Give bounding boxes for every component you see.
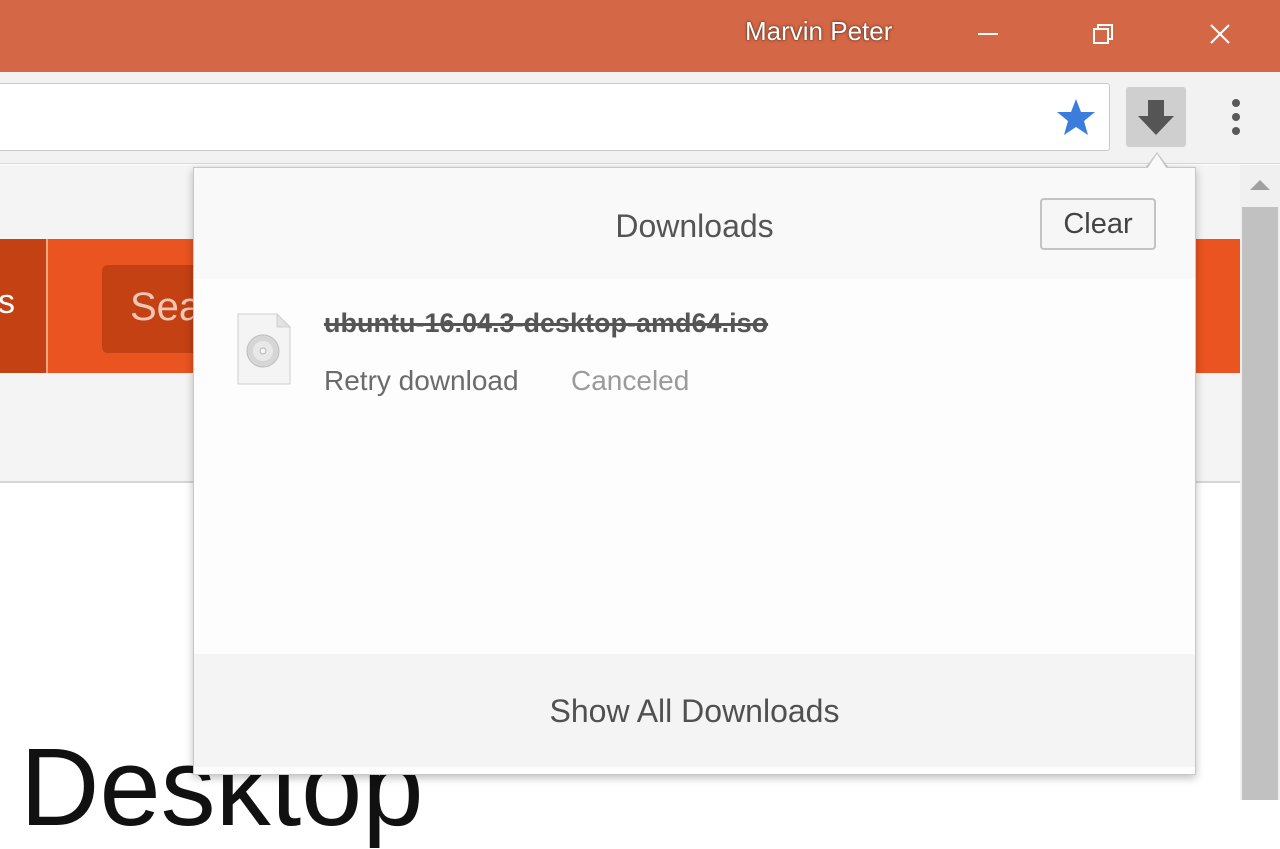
minimize-icon[interactable] — [963, 10, 1013, 58]
popup-pointer-fill — [1147, 154, 1167, 169]
kebab-menu-icon[interactable] — [1216, 92, 1256, 142]
clear-button[interactable]: Clear — [1040, 198, 1156, 250]
restore-icon[interactable] — [1078, 10, 1128, 58]
show-all-downloads-button[interactable]: Show All Downloads — [194, 693, 1195, 730]
downloads-popup-header: Downloads Clear — [194, 168, 1195, 279]
page-search-label: Sea — [130, 285, 202, 329]
download-status: Canceled — [571, 365, 690, 396]
profile-name[interactable]: Marvin Peter — [745, 16, 892, 47]
star-icon[interactable] — [1055, 96, 1097, 138]
downloads-popup: Downloads Clear ubuntu-16.04.3-desktop-a… — [193, 167, 1196, 775]
close-icon[interactable] — [1195, 10, 1245, 58]
download-arrow-icon[interactable] — [1126, 87, 1186, 147]
disc-file-icon — [237, 312, 292, 385]
download-file-name[interactable]: ubuntu-16.04.3-desktop-amd64.iso — [324, 308, 768, 339]
scrollbar-thumb[interactable] — [1242, 207, 1278, 800]
page-nav-tab-label: s — [0, 283, 15, 321]
retry-download-link[interactable]: Retry download — [324, 365, 519, 397]
scroll-up-arrow-icon[interactable] — [1250, 180, 1270, 190]
address-bar[interactable] — [0, 83, 1110, 151]
